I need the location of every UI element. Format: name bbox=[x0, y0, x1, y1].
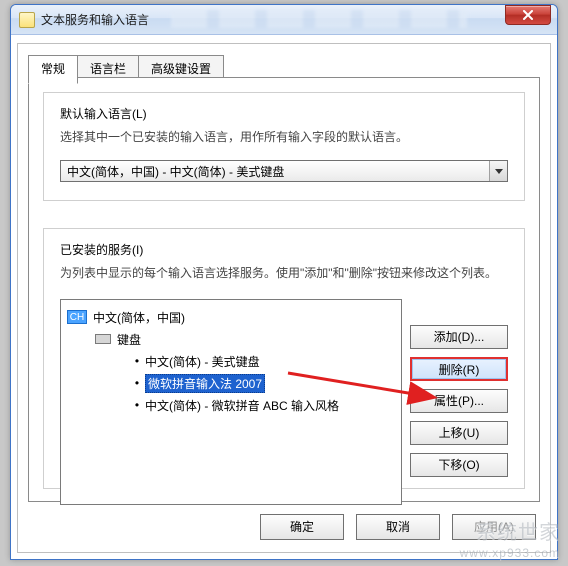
titlebar: 文本服务和输入语言 bbox=[11, 5, 557, 35]
tree-keyboard-label: 键盘 bbox=[117, 331, 141, 348]
tree-lang-row[interactable]: CH 中文(简体，中国) bbox=[65, 306, 401, 328]
keyboard-icon bbox=[95, 334, 111, 344]
client-area: 常规 语言栏 高级键设置 默认输入语言(L) 选择其中一个已安装的输入语言，用作… bbox=[17, 43, 551, 553]
window-title: 文本服务和输入语言 bbox=[41, 11, 149, 28]
tree-item-1-label: 中文(简体) - 美式键盘 bbox=[145, 353, 260, 370]
watermark: 系统世家 www.xp933.com bbox=[460, 520, 560, 562]
default-language-description: 选择其中一个已安装的输入语言，用作所有输入字段的默认语言。 bbox=[60, 128, 508, 146]
watermark-line2: www.xp933.com bbox=[460, 546, 560, 562]
dialog-window: 文本服务和输入语言 常规 语言栏 高级键设置 默认输入语言(L) 选择其中一个已… bbox=[10, 4, 558, 560]
move-up-button[interactable]: 上移(U) bbox=[410, 421, 508, 445]
add-button[interactable]: 添加(D)... bbox=[410, 325, 508, 349]
tree-keyboard-row[interactable]: 键盘 bbox=[65, 328, 401, 350]
tree-item-2-selected[interactable]: • 微软拼音输入法 2007 bbox=[65, 372, 401, 394]
tree-item-3-label: 中文(简体) - 微软拼音 ABC 输入风格 bbox=[145, 397, 339, 414]
bullet-icon: • bbox=[131, 398, 143, 412]
app-icon bbox=[19, 12, 35, 28]
watermark-line1: 系统世家 bbox=[460, 520, 560, 546]
tree-item-2-label: 微软拼音输入法 2007 bbox=[145, 374, 265, 393]
default-language-heading: 默认输入语言(L) bbox=[60, 105, 508, 122]
input-language-tree[interactable]: CH 中文(简体，中国) 键盘 • 中文(简体) - 美式键盘 • 微软拼音输入… bbox=[60, 299, 402, 505]
cancel-button[interactable]: 取消 bbox=[356, 514, 440, 540]
bullet-icon: • bbox=[131, 354, 143, 368]
close-button[interactable] bbox=[505, 5, 551, 25]
side-button-stack: 添加(D)... 删除(R) 属性(P)... 上移(U) 下移(O) bbox=[410, 325, 508, 477]
default-language-value: 中文(简体，中国) - 中文(简体) - 美式键盘 bbox=[61, 163, 489, 180]
tab-panel-general: 默认输入语言(L) 选择其中一个已安装的输入语言，用作所有输入字段的默认语言。 … bbox=[28, 77, 540, 502]
tab-general[interactable]: 常规 bbox=[28, 55, 78, 84]
properties-button[interactable]: 属性(P)... bbox=[410, 389, 508, 413]
ok-button[interactable]: 确定 bbox=[260, 514, 344, 540]
group-installed-services: 已安装的服务(I) 为列表中显示的每个输入语言选择服务。使用"添加"和"删除"按… bbox=[43, 228, 525, 489]
bullet-icon: • bbox=[131, 376, 143, 390]
services-heading: 已安装的服务(I) bbox=[60, 241, 508, 258]
close-icon bbox=[522, 10, 534, 20]
tree-lang-label: 中文(简体，中国) bbox=[93, 309, 185, 326]
group-default-language: 默认输入语言(L) 选择其中一个已安装的输入语言，用作所有输入字段的默认语言。 … bbox=[43, 92, 525, 201]
services-description: 为列表中显示的每个输入语言选择服务。使用"添加"和"删除"按钮来修改这个列表。 bbox=[60, 264, 508, 282]
remove-button[interactable]: 删除(R) bbox=[410, 357, 508, 381]
blurred-background bbox=[171, 10, 467, 28]
chevron-down-icon bbox=[489, 161, 507, 181]
lang-badge-icon: CH bbox=[67, 310, 87, 324]
tree-item-3[interactable]: • 中文(简体) - 微软拼音 ABC 输入风格 bbox=[65, 394, 401, 416]
move-down-button[interactable]: 下移(O) bbox=[410, 453, 508, 477]
default-language-combobox[interactable]: 中文(简体，中国) - 中文(简体) - 美式键盘 bbox=[60, 160, 508, 182]
tree-item-1[interactable]: • 中文(简体) - 美式键盘 bbox=[65, 350, 401, 372]
